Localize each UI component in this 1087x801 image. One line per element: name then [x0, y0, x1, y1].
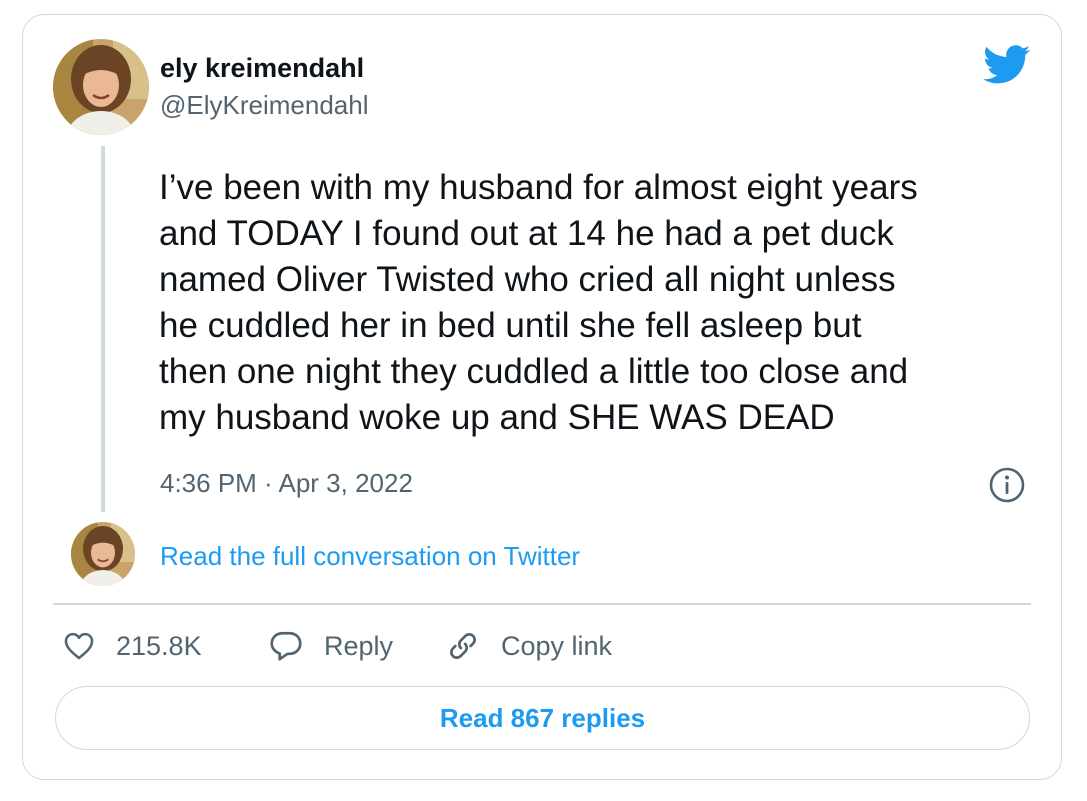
tweet-timestamp[interactable]: 4:36 PM · Apr 3, 2022: [160, 467, 413, 499]
copy-link-label: Copy link: [501, 630, 613, 661]
reply-label: Reply: [324, 630, 394, 661]
reader-avatar: [71, 522, 135, 586]
twitter-bird-icon[interactable]: [983, 45, 1031, 85]
tweet-body: I’ve been with my husband for almost eig…: [159, 165, 1039, 441]
tweet-line: my husband woke up and SHE WAS DEAD: [159, 398, 835, 437]
author-display-name[interactable]: ely kreimendahl: [160, 52, 364, 84]
tweet-line: he cuddled her in bed until she fell asl…: [159, 306, 862, 345]
heart-icon: [62, 629, 96, 663]
like-button[interactable]: 215.8K: [62, 626, 202, 666]
author-handle[interactable]: @ElyKreimendahl: [160, 89, 368, 121]
tweet-line: I’ve been with my husband for almost eig…: [159, 168, 918, 207]
copy-link-button[interactable]: Copy link: [445, 626, 612, 666]
reply-button[interactable]: Reply: [268, 626, 393, 666]
read-full-conversation-link[interactable]: Read the full conversation on Twitter: [160, 539, 580, 573]
speech-bubble-icon: [268, 628, 304, 664]
divider: [53, 603, 1031, 605]
tweet-line: and TODAY I found out at 14 he had a pet…: [159, 214, 894, 253]
tweet-line: then one night they cuddled a little too…: [159, 352, 909, 391]
info-icon[interactable]: [988, 466, 1026, 504]
like-count: 215.8K: [116, 630, 202, 661]
read-replies-button[interactable]: Read 867 replies: [55, 686, 1030, 750]
tweet-line: named Oliver Twisted who cried all night…: [159, 260, 896, 299]
author-avatar[interactable]: [53, 39, 149, 135]
link-icon: [445, 628, 481, 664]
thread-connector-line: [101, 146, 105, 512]
